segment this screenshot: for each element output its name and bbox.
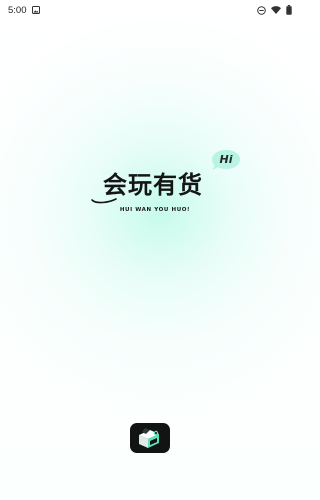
swoosh-decoration bbox=[91, 198, 117, 204]
logo-subtitle: HUI WAN YOU HUO! bbox=[119, 207, 191, 213]
app-logo-icon bbox=[130, 423, 170, 453]
